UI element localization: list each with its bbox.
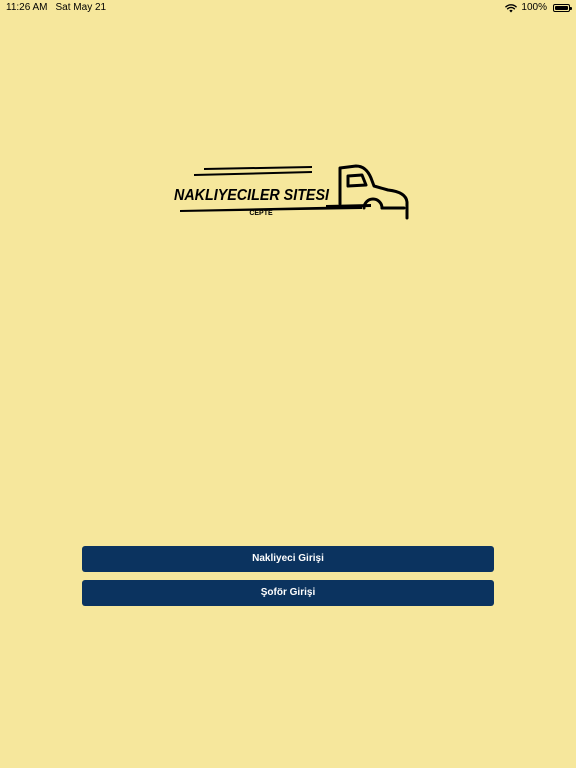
battery-fill	[555, 6, 568, 10]
status-date: Sat May 21	[55, 2, 107, 13]
status-right: 100%	[505, 0, 572, 16]
truck-icon	[338, 164, 409, 220]
status-time: 11:26 AM	[6, 2, 48, 13]
battery-icon	[553, 4, 572, 12]
carrier-login-button[interactable]: Nakliyeci Girişi	[82, 546, 494, 572]
logo-title: NAKLIYECILER SITESI	[174, 187, 329, 204]
status-bar: 11:26 AM Sat May 21 100%	[0, 0, 576, 16]
battery-tip	[570, 7, 572, 10]
app-logo: NAKLIYECILER SITESI CEPTE	[174, 164, 409, 220]
logo-subtitle: CEPTE	[249, 210, 273, 217]
battery-percent: 100%	[521, 2, 547, 13]
driver-login-button[interactable]: Şoför Girişi	[82, 580, 494, 606]
wifi-icon	[505, 4, 518, 13]
status-left: 11:26 AM Sat May 21	[6, 0, 106, 16]
